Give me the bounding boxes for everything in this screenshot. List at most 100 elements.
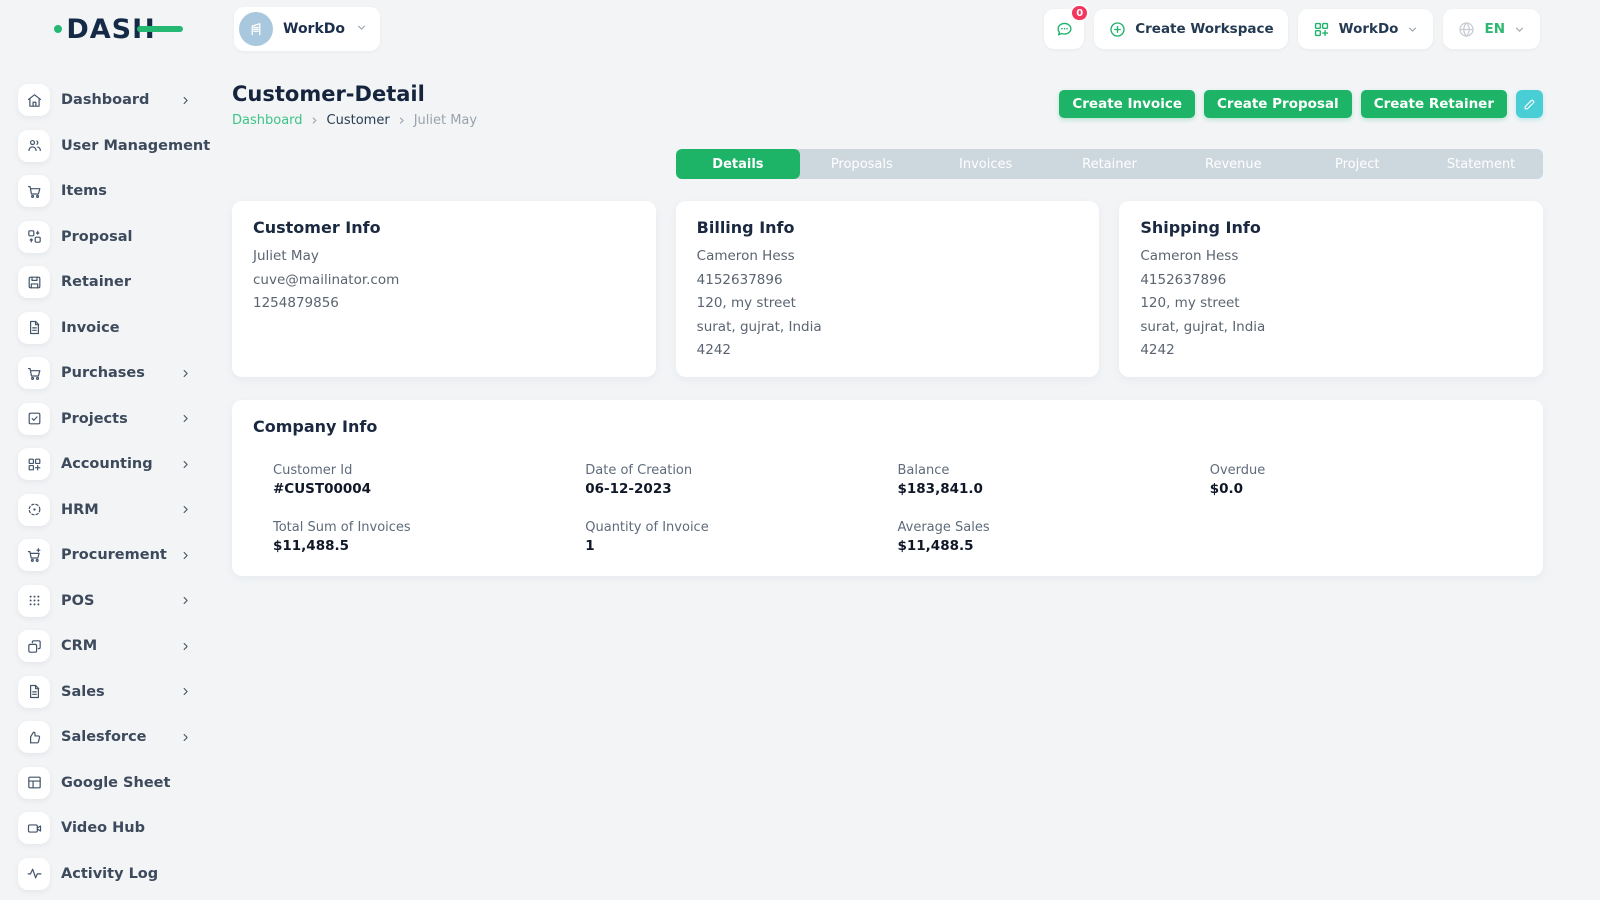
create-invoice-button[interactable]: Create Invoice xyxy=(1059,90,1195,118)
sidebar-item-google-sheet[interactable]: Google Sheet xyxy=(18,767,192,799)
cart-plus-icon xyxy=(18,539,50,571)
chevron-right-icon xyxy=(179,640,192,653)
logo-dot xyxy=(54,25,62,33)
workdo-menu-label: WorkDo xyxy=(1339,21,1399,37)
workdo-menu-button[interactable]: WorkDo xyxy=(1298,9,1434,49)
tab-statement[interactable]: Statement xyxy=(1419,149,1543,179)
sidebar-item-procurement[interactable]: Procurement xyxy=(18,539,192,571)
field-value: 1 xyxy=(585,538,897,554)
sidebar-item-hrm[interactable]: HRM xyxy=(18,494,192,526)
card-title: Shipping Info xyxy=(1140,218,1522,237)
create-retainer-button[interactable]: Create Retainer xyxy=(1361,90,1507,118)
card-line: 4152637896 xyxy=(697,272,1079,290)
sidebar-item-crm[interactable]: CRM xyxy=(18,630,192,662)
cart-icon xyxy=(18,357,50,389)
sidebar-item-label: POS xyxy=(61,593,94,609)
company-field-date-of-creation: Date of Creation 06-12-2023 xyxy=(585,463,897,497)
video-icon xyxy=(18,812,50,844)
tab-revenue[interactable]: Revenue xyxy=(1171,149,1295,179)
field-value: #CUST00004 xyxy=(273,481,585,497)
top-header: DASH WorkDo 0 Create Workspace xyxy=(0,0,1600,58)
sidebar-item-retainer[interactable]: Retainer xyxy=(18,266,192,298)
sidebar-item-dashboard[interactable]: Dashboard xyxy=(18,84,192,116)
chevron-right-icon: › xyxy=(399,113,405,128)
card-line: surat, gujrat, India xyxy=(1140,319,1522,337)
main-content: Customer-Detail Dashboard › Customer › J… xyxy=(210,58,1600,900)
field-value: $11,488.5 xyxy=(273,538,585,554)
chevron-right-icon xyxy=(179,94,192,107)
globe-icon xyxy=(1457,20,1476,39)
sidebar-item-proposal[interactable]: Proposal xyxy=(18,221,192,253)
sidebar-item-label: Purchases xyxy=(61,365,145,381)
sidebar-item-label: Salesforce xyxy=(61,729,147,745)
sidebar-item-accounting[interactable]: Accounting xyxy=(18,448,192,480)
breadcrumb-link-customer[interactable]: Customer xyxy=(327,113,390,128)
save-icon xyxy=(18,266,50,298)
tab-details[interactable]: Details xyxy=(676,149,800,179)
field-label: Average Sales xyxy=(898,520,1210,535)
tab-retainer[interactable]: Retainer xyxy=(1048,149,1172,179)
sidebar-item-pos[interactable]: POS xyxy=(18,585,192,617)
field-value: 06-12-2023 xyxy=(585,481,897,497)
chevron-down-icon xyxy=(1513,23,1526,36)
card-line: 120, my street xyxy=(697,295,1079,313)
breadcrumb-current: Juliet May xyxy=(414,113,477,128)
edit-customer-button[interactable] xyxy=(1516,90,1543,118)
company-field-average-sales: Average Sales$11,488.5 xyxy=(898,520,1210,554)
language-code: EN xyxy=(1484,21,1505,37)
chevron-right-icon xyxy=(179,458,192,471)
messages-button[interactable]: 0 xyxy=(1044,9,1084,49)
grid-plus-icon xyxy=(18,448,50,480)
sidebar-item-video-hub[interactable]: Video Hub xyxy=(18,812,192,844)
card-line: 1254879856 xyxy=(253,295,635,313)
card-title: Customer Info xyxy=(253,218,635,237)
field-label: Total Sum of Invoices xyxy=(273,520,585,535)
field-value: $183,841.0 xyxy=(898,481,1210,497)
file-icon xyxy=(18,676,50,708)
sidebar-item-purchases[interactable]: Purchases xyxy=(18,357,192,389)
workspace-selector[interactable]: WorkDo xyxy=(234,7,380,51)
sidebar-item-sales[interactable]: Sales xyxy=(18,676,192,708)
dash-logo[interactable]: DASH xyxy=(54,14,155,45)
tab-proposals[interactable]: Proposals xyxy=(800,149,924,179)
transfer-icon xyxy=(18,221,50,253)
chevron-right-icon xyxy=(179,685,192,698)
users-icon xyxy=(18,130,50,162)
pencil-icon xyxy=(1523,98,1536,111)
card-title: Company Info xyxy=(253,417,1522,436)
sidebar-item-projects[interactable]: Projects xyxy=(18,403,192,435)
company-field-quantity-of-invoice: Quantity of Invoice 1 xyxy=(585,520,897,554)
language-selector[interactable]: EN xyxy=(1443,9,1540,49)
card-line: cuve@mailinator.com xyxy=(253,272,635,290)
chevron-right-icon xyxy=(179,503,192,516)
page-title: Customer-Detail xyxy=(232,82,477,106)
create-workspace-button[interactable]: Create Workspace xyxy=(1094,9,1287,49)
building-icon xyxy=(239,12,273,46)
sidebar-item-salesforce[interactable]: Salesforce xyxy=(18,721,192,753)
field-label: Quantity of Invoice xyxy=(585,520,897,535)
chat-icon xyxy=(1055,20,1074,39)
sidebar-item-activity-log[interactable]: Activity Log xyxy=(18,858,192,890)
create-proposal-button[interactable]: Create Proposal xyxy=(1204,90,1352,118)
logo-bar xyxy=(137,26,183,32)
thumbs-up-icon xyxy=(18,721,50,753)
field-label: Balance xyxy=(898,463,1210,478)
breadcrumb-link-dashboard[interactable]: Dashboard xyxy=(232,113,303,128)
tab-invoices[interactable]: Invoices xyxy=(924,149,1048,179)
activity-icon xyxy=(18,858,50,890)
circle-dashed-icon xyxy=(18,494,50,526)
sidebar-item-invoice[interactable]: Invoice xyxy=(18,312,192,344)
sidebar-item-user-management[interactable]: User Management xyxy=(18,130,192,162)
sidebar-item-items[interactable]: Items xyxy=(18,175,192,207)
tab-project[interactable]: Project xyxy=(1295,149,1419,179)
detail-tabs: DetailsProposalsInvoicesRetainerRevenueP… xyxy=(676,149,1543,179)
sidebar-item-label: Sales xyxy=(61,684,105,700)
chevron-right-icon: › xyxy=(312,113,318,128)
field-label: Date of Creation xyxy=(585,463,897,478)
check-square-icon xyxy=(18,403,50,435)
sidebar-item-label: Dashboard xyxy=(61,92,149,108)
company-field-balance: Balance $183,841.0 xyxy=(898,463,1210,497)
company-field-total-sum-of-invoices: Total Sum of Invoices $11,488.5 xyxy=(273,520,585,554)
sidebar-item-label: Google Sheet xyxy=(61,775,170,791)
sidebar-item-label: CRM xyxy=(61,638,97,654)
